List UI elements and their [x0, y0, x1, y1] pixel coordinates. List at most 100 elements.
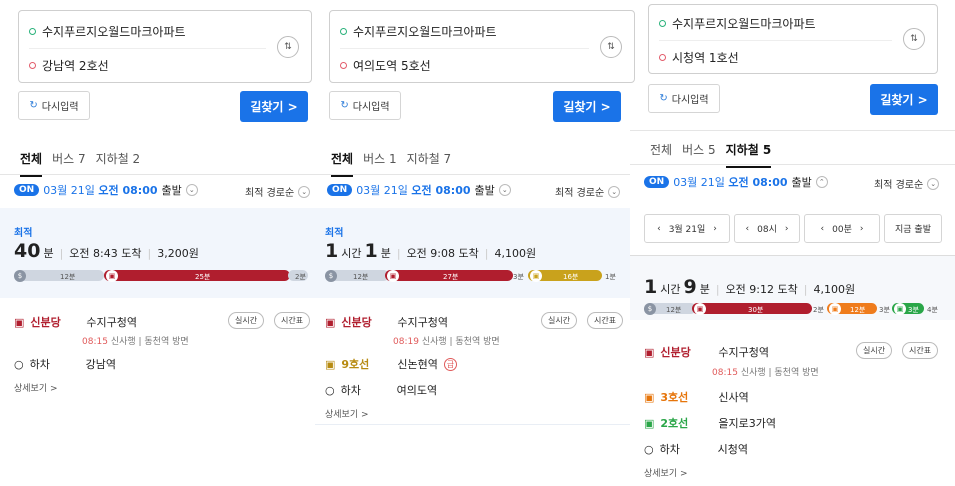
sort-dropdown[interactable]: 최적 경로순 ⌄ [555, 184, 621, 199]
divider [340, 48, 589, 49]
origin-dot-icon [29, 28, 36, 35]
tab-bar: 전체 버스 7 지하철 2 [20, 150, 140, 177]
station-name: 시청역 [717, 443, 748, 456]
realtime-button[interactable]: 실시간 [856, 342, 893, 359]
chevron-right-icon[interactable]: › [713, 224, 717, 234]
departure-date: 03월 21일 오전 08:00 [673, 176, 788, 189]
realtime-button[interactable]: 실시간 [228, 312, 265, 329]
origin-field[interactable]: 수지푸르지오월드마크아파트 [29, 23, 186, 40]
step-transfer: ▣ 9호선 신논현역 급 [325, 356, 457, 372]
swap-icon[interactable]: ⇅ [600, 36, 622, 58]
chevron-left-icon[interactable]: ‹ [746, 224, 750, 234]
tab-all[interactable]: 전체 [331, 150, 354, 177]
date-selector[interactable]: ‹ 3월 21일 › [644, 214, 730, 243]
tab-subway[interactable]: 지하철 2 [96, 150, 141, 177]
search-button[interactable]: 길찾기 > [240, 91, 308, 122]
express-icon: 급 [443, 357, 457, 371]
route-panel-2: 수지푸르지오월드마크아파트 여의도역 5호선 ⇅ ↻ 다시입력 길찾기 > 전체… [315, 0, 635, 486]
duration-hours: 1 [325, 240, 339, 262]
duration-minutes: 9 [683, 276, 697, 298]
on-badge[interactable]: ON [14, 184, 40, 196]
timetable-button[interactable]: 시간표 [587, 312, 624, 329]
detail-link[interactable]: 상세보기 > [325, 407, 369, 420]
arrival-time: 오전 8:43 도착 [69, 247, 142, 260]
chevron-left-icon[interactable]: ‹ [821, 224, 825, 234]
circle-icon: ○ [325, 383, 335, 397]
location-box: 수지푸르지오월드마크아파트 여의도역 5호선 ⇅ [329, 10, 635, 83]
reset-button[interactable]: ↻ 다시입력 [18, 91, 90, 120]
duration-row: 1 시간 9 분 | 오전 9:12 도착 | 4,100원 [644, 276, 856, 298]
minutes-unit: 분 [380, 247, 391, 260]
chevron-left-icon[interactable]: ‹ [657, 224, 661, 234]
line-label: 3호선 [660, 391, 689, 404]
duration-minutes: 1 [364, 240, 378, 262]
subway-icon: ▣ [14, 315, 25, 329]
search-button[interactable]: 길찾기 > [553, 91, 621, 122]
origin-field[interactable]: 수지푸르지오월드마크아파트 [340, 23, 497, 40]
departure-row[interactable]: ON 03월 21일 오전 08:00 출발 ⌃ [644, 174, 828, 190]
route-panel-3: 수지푸르지오월드마크아파트 시청역 1호선 ⇅ ↻ 다시입력 길찾기 > 전체 … [630, 0, 955, 486]
tab-bus[interactable]: 버스 7 [52, 150, 86, 177]
departure-row[interactable]: ON 03월 21일 오전 08:00 출발 ⌄ [14, 182, 198, 198]
chevron-right-icon[interactable]: › [860, 224, 864, 234]
line-label: 9호선 [341, 358, 370, 371]
reset-label: 다시입력 [41, 102, 79, 113]
walk-segment [14, 270, 104, 281]
segment-label: 3분 [513, 273, 524, 281]
departure-row[interactable]: ON 03월 21일 오전 08:00 출발 ⌄ [327, 182, 511, 198]
walk-icon: $ [14, 270, 26, 282]
step-transfer: ▣ 3호선 신사역 [644, 389, 749, 405]
circle-icon: ○ [14, 357, 24, 371]
line-label: 2호선 [660, 417, 689, 430]
on-badge[interactable]: ON [644, 176, 670, 188]
duration-hours: 1 [644, 276, 658, 298]
swap-icon[interactable]: ⇅ [277, 36, 299, 58]
walk-icon: $ [644, 303, 656, 315]
hour-value: 08시 [757, 225, 777, 235]
timetable-button[interactable]: 시간표 [902, 342, 939, 359]
subway-icon: ▣ [644, 416, 655, 430]
minute-value: 00분 [832, 225, 852, 235]
segment-label: 12분 [353, 273, 369, 281]
station-name: 을지로3가역 [718, 417, 777, 430]
origin-text: 수지푸르지오월드마크아파트 [42, 25, 186, 39]
reset-button[interactable]: ↻ 다시입력 [329, 91, 401, 120]
subway-icon: ▣ [325, 357, 336, 371]
destination-field[interactable]: 시청역 1호선 [659, 49, 739, 66]
sort-dropdown[interactable]: 최적 경로순 ⌄ [874, 176, 940, 191]
departure-info: 08:19 신사행 | 동천역 방면 [393, 337, 500, 347]
minutes-unit: 분 [699, 283, 710, 296]
subway-icon: ▣ [829, 303, 841, 315]
sort-dropdown[interactable]: 최적 경로순 ⌄ [245, 184, 311, 199]
tab-divider [0, 174, 315, 175]
tab-bus[interactable]: 버스 1 [363, 150, 397, 177]
hour-selector[interactable]: ‹ 08시 › [734, 214, 800, 243]
depart-now-button[interactable]: 지금 출발 [884, 214, 942, 243]
tab-all[interactable]: 전체 [20, 150, 43, 177]
chevron-right-icon[interactable]: › [785, 224, 789, 234]
reset-button[interactable]: ↻ 다시입력 [648, 84, 720, 113]
chevron-down-icon[interactable]: ⌄ [498, 184, 511, 196]
tab-subway[interactable]: 지하철 7 [407, 150, 452, 177]
detail-link[interactable]: 상세보기 > [14, 381, 58, 394]
search-button[interactable]: 길찾기 > [870, 84, 938, 115]
line-label: 신분당 [660, 346, 691, 359]
duration-minutes: 40 [14, 240, 41, 262]
origin-field[interactable]: 수지푸르지오월드마크아파트 [659, 15, 816, 32]
chevron-up-icon[interactable]: ⌃ [815, 176, 828, 188]
tab-bar: 전체 버스 1 지하철 7 [331, 150, 451, 177]
destination-field[interactable]: 강남역 2호선 [29, 57, 109, 74]
fare: 4,100원 [813, 283, 856, 296]
destination-field[interactable]: 여의도역 5호선 [340, 57, 431, 74]
realtime-button[interactable]: 실시간 [541, 312, 578, 329]
chevron-down-icon[interactable]: ⌄ [185, 184, 198, 196]
detail-link[interactable]: 상세보기 > [644, 466, 688, 479]
divider [315, 424, 630, 425]
swap-icon[interactable]: ⇅ [903, 28, 925, 50]
timetable-button[interactable]: 시간표 [274, 312, 311, 329]
sort-label: 최적 경로순 [555, 188, 605, 199]
duration-unit: 분 [43, 247, 54, 260]
reset-label: 다시입력 [671, 95, 709, 106]
minute-selector[interactable]: ‹ 00분 › [804, 214, 880, 243]
on-badge[interactable]: ON [327, 184, 353, 196]
